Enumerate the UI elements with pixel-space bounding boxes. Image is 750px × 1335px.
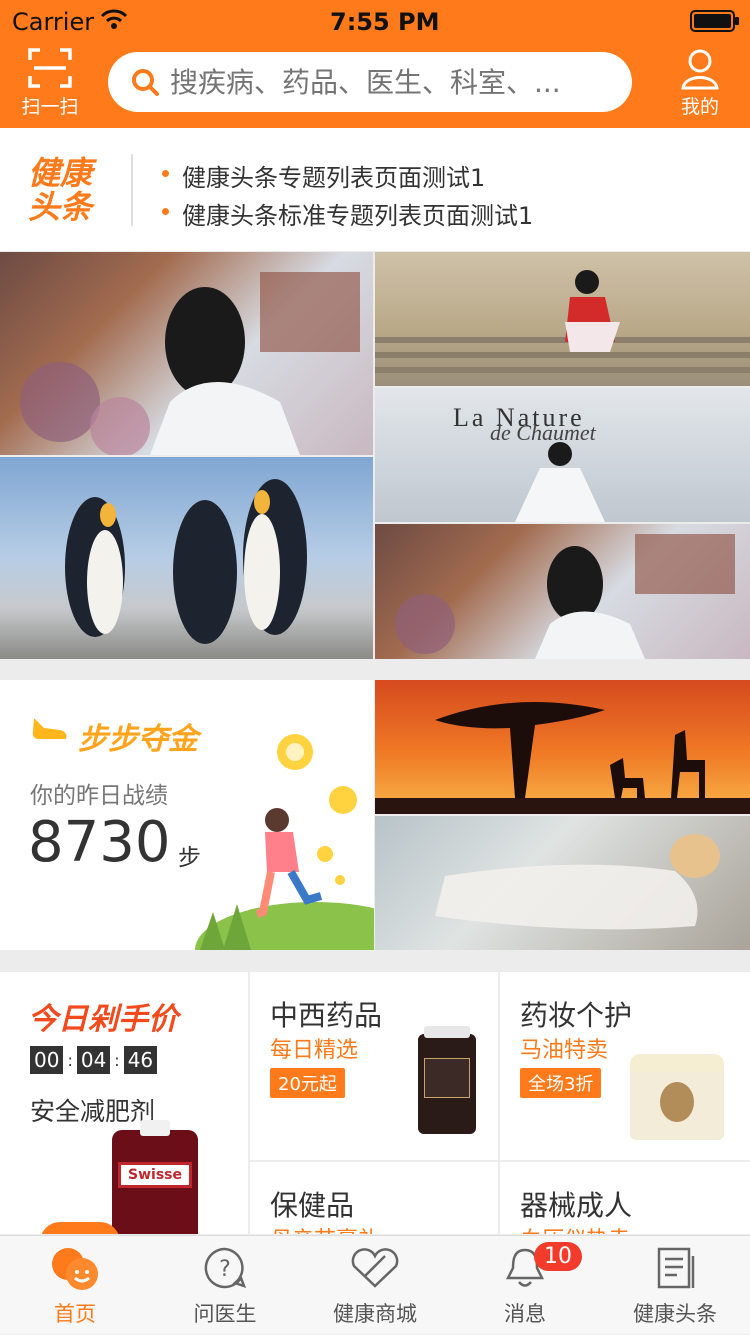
promo-subtitle: 母亲节豪礼 [270, 1222, 380, 1234]
shoe-icon [30, 712, 70, 748]
message-count-badge: 10 [534, 1242, 582, 1271]
user-icon [668, 48, 732, 90]
search-icon [130, 67, 160, 97]
steps-subtitle: 你的昨日战绩 [30, 783, 168, 809]
steps-title: 步步夺金 [78, 722, 198, 757]
wifi-icon [100, 8, 128, 34]
promo-subtitle: 马油特卖 [520, 1038, 609, 1063]
banner-image-savanna-sunset[interactable] [375, 680, 750, 814]
svg-text:de Chaumet: de Chaumet [490, 420, 597, 445]
banner-image-woman-lying[interactable] [375, 816, 750, 950]
pill-heart-icon [349, 1248, 401, 1292]
timer-seconds: 46 [123, 1046, 158, 1074]
promo-medicine[interactable]: 中西药品 每日精选 20元起 [250, 972, 498, 1160]
promo-sticker [40, 1222, 120, 1234]
health-headline-banner[interactable]: 健康头条 健康头条专题列表页面测试1 健康头条标准专题列表页面测试1 [0, 128, 750, 251]
promo-subtitle: 每日精选 [270, 1038, 359, 1063]
timer-minutes: 04 [76, 1046, 111, 1074]
promo-subtitle: 血压仪热卖 [520, 1222, 630, 1234]
banner-image-woman-flowers[interactable] [0, 252, 373, 455]
profile-button[interactable]: 我的 [668, 48, 732, 119]
promo-tag: 全场3折 [520, 1068, 602, 1098]
scan-button[interactable]: 扫一扫 [14, 48, 86, 119]
document-icon [655, 1246, 697, 1294]
steps-count: 8730 [28, 810, 171, 875]
scan-label: 扫一扫 [21, 96, 79, 118]
banner-image-penguins[interactable] [0, 457, 373, 659]
tab-messages[interactable]: 10 消息 [450, 1236, 600, 1335]
profile-label: 我的 [680, 96, 719, 118]
svg-text:?: ? [219, 1257, 231, 1282]
tab-label: 健康商城 [333, 1302, 417, 1326]
battery-icon [690, 10, 740, 36]
headline-logo: 健康头条 [28, 154, 93, 226]
promo-medical-devices[interactable]: 器械成人 血压仪热卖 [500, 1162, 750, 1234]
headline-divider [131, 154, 133, 226]
timer-hours: 00 [30, 1046, 64, 1074]
tab-home[interactable]: 首页 [0, 1236, 150, 1335]
headline-item[interactable]: 健康头条标准专题列表页面测试1 [162, 196, 533, 231]
promo-title: 保健品 [270, 1189, 355, 1222]
carrier-label: Carrier [12, 8, 95, 36]
cream-jar-image [630, 1054, 724, 1140]
banner-image-woman-stairs[interactable] [375, 252, 750, 386]
product-brand-label: Swisse [118, 1162, 192, 1188]
scan-icon [14, 48, 86, 88]
search-bar[interactable] [108, 52, 632, 112]
headline-item[interactable]: 健康头条专题列表页面测试1 [162, 158, 485, 193]
app-header: Carrier 7:55 PM 扫一扫 我的 [0, 0, 750, 128]
search-input[interactable] [170, 65, 610, 99]
promo-health-supplements[interactable]: 保健品 母亲节豪礼 [250, 1162, 498, 1234]
tab-bar: 首页 ? 问医生 健康商城 10 消息 健康头条 [0, 1235, 750, 1334]
tab-health-mall[interactable]: 健康商城 [300, 1236, 450, 1335]
banner-image-la-nature[interactable]: La Nature de Chaumet [375, 388, 750, 522]
tab-label: 健康头条 [633, 1302, 717, 1326]
product-bottle-image: Swisse [112, 1120, 198, 1234]
promo-title: 药妆个护 [520, 999, 633, 1032]
clock: 7:55 PM [330, 8, 440, 36]
flash-sale-title: 今日剁手价 [28, 1002, 178, 1037]
question-icon: ? [203, 1246, 247, 1294]
banner-image-woman-flowers-2[interactable] [375, 524, 750, 659]
step-challenge-card[interactable]: 步步夺金 你的昨日战绩 8730 步 [0, 680, 374, 950]
countdown-timer: 00 : 04 : 46 [30, 1046, 158, 1074]
runner-illustration [195, 732, 374, 950]
promo-title: 器械成人 [520, 1189, 633, 1222]
tab-ask-doctor[interactable]: ? 问医生 [150, 1236, 300, 1335]
tab-health-headlines[interactable]: 健康头条 [600, 1236, 750, 1335]
home-chat-icon [48, 1244, 102, 1298]
flash-sale-product-name: 安全减肥剂 [30, 1097, 156, 1126]
promo-cosmetics[interactable]: 药妆个护 马油特卖 全场3折 [500, 972, 750, 1160]
tab-label: 问医生 [193, 1302, 257, 1326]
promo-title: 中西药品 [270, 999, 383, 1032]
medicine-bottle-image [418, 1026, 476, 1134]
flash-sale-card[interactable]: 今日剁手价 00 : 04 : 46 安全减肥剂 Swisse [0, 972, 248, 1234]
tab-label: 消息 [504, 1302, 546, 1326]
promo-tag: 20元起 [270, 1068, 345, 1098]
tab-label: 首页 [54, 1302, 96, 1326]
